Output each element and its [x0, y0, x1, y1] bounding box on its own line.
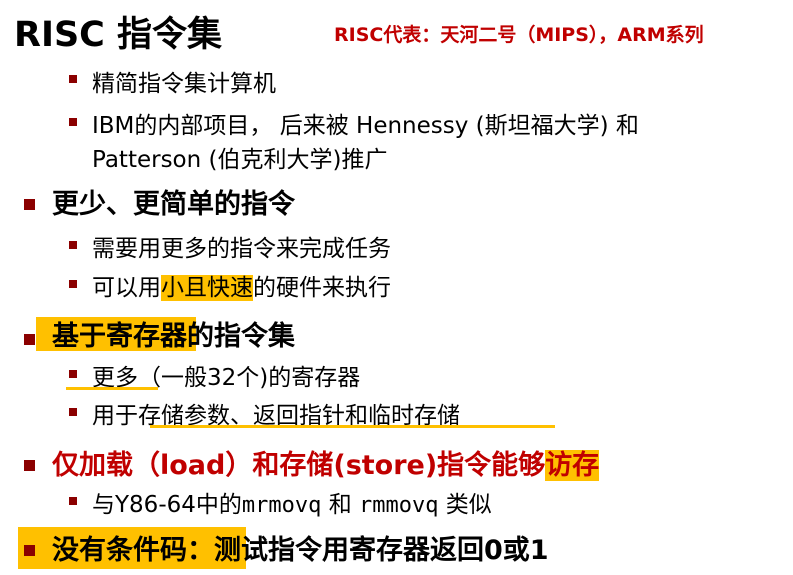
code-mrmovq: mrmovq — [241, 493, 322, 518]
heading-item: 基于寄存器的指令集 — [52, 314, 295, 353]
list-item: 需要用更多的指令来完成任务 — [92, 236, 391, 262]
slide-title: RISC 指令集 — [14, 15, 223, 55]
highlighted-text: 小且快速 — [161, 275, 253, 301]
bullet-icon — [69, 241, 77, 249]
bullet-icon — [69, 280, 77, 288]
bullet-icon — [24, 334, 35, 345]
bullet-icon — [24, 545, 35, 556]
list-item: 精简指令集计算机 — [92, 71, 276, 97]
text-segment: 与Y86-64中的 — [92, 492, 242, 518]
text-segment: 测试指令用寄存器返回0或1 — [214, 535, 549, 566]
bullet-icon — [69, 370, 77, 378]
highlighted-text: 没有条件码： — [52, 535, 214, 566]
bullet-icon — [24, 460, 35, 471]
bullet-icon — [69, 408, 77, 416]
list-item: 与Y86-64中的mrmovq 和 rmmovq 类似 — [92, 485, 492, 519]
underline-mark — [66, 387, 158, 390]
slide-subtitle: RISC代表：天河二号（MIPS），ARM系列 — [334, 24, 704, 46]
heading-item: 更少、更简单的指令 — [52, 189, 295, 220]
list-item: 可以用小且快速的硬件来执行 — [92, 268, 391, 302]
text-segment: 可以用 — [92, 275, 161, 301]
text-segment: 和 — [328, 492, 352, 518]
bullet-icon — [69, 118, 77, 126]
text-segment: 仅加载（load）和存储(store)指令能够 — [52, 450, 546, 481]
list-item-continuation: Patterson (伯克利大学)推广 — [92, 147, 388, 173]
text-segment: （一般32个)的寄存器 — [138, 365, 361, 391]
list-item: IBM的内部项目， 后来被 Hennessy (斯坦福大学) 和 — [92, 113, 639, 139]
text-segment: 的硬件来执行 — [253, 275, 391, 301]
highlighted-text: 基于寄存器 — [52, 321, 187, 352]
bullet-icon — [24, 199, 35, 210]
heading-item: 仅加载（load）和存储(store)指令能够访存 — [52, 443, 600, 482]
bullet-icon — [69, 497, 77, 505]
text-segment: 类似 — [445, 492, 492, 518]
heading-item: 没有条件码：测试指令用寄存器返回0或1 — [52, 528, 549, 567]
code-rmmovq: rmmovq — [359, 493, 439, 518]
text-segment: 的指令集 — [187, 321, 295, 352]
underline-mark — [150, 425, 555, 428]
bullet-icon — [69, 75, 77, 83]
highlighted-text: 访存 — [545, 450, 600, 481]
